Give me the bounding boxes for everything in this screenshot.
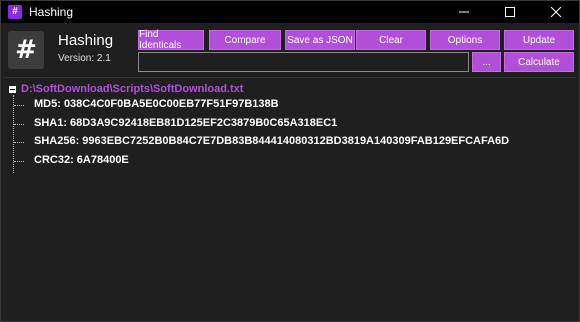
hash-logo-icon: #: [15, 35, 37, 65]
close-button[interactable]: [533, 1, 579, 23]
tree-item-md5[interactable]: MD5: 038C4C0F0BA5E0C00EB77F51F97B138B: [34, 98, 279, 110]
options-button[interactable]: Options: [430, 30, 500, 50]
minimize-button[interactable]: [441, 1, 487, 23]
tree-item-crc32[interactable]: CRC32: 6A78400E: [34, 154, 129, 166]
title-bar[interactable]: # Hashing: [1, 1, 579, 23]
app-logo: #: [8, 31, 44, 69]
app-window: # Hashing # Hashing Version: 2.1 Find Id…: [0, 0, 580, 322]
hash-results-tree[interactable]: D:\SoftDownload\Scripts\SoftDownload.txt…: [4, 77, 576, 319]
update-button[interactable]: Update: [504, 30, 574, 50]
compare-button[interactable]: Compare: [209, 30, 281, 50]
window-title: Hashing: [29, 5, 74, 19]
hash-icon: #: [8, 5, 22, 19]
find-identicals-button[interactable]: Find Identicals: [138, 29, 204, 51]
clear-button[interactable]: Clear: [356, 30, 426, 50]
tree-branch: [14, 142, 24, 143]
app-name: Hashing: [58, 32, 114, 49]
tree-branch: [14, 161, 24, 162]
tree-root-file[interactable]: D:\SoftDownload\Scripts\SoftDownload.txt: [21, 83, 243, 95]
tree-branch: [14, 124, 24, 125]
close-icon: [551, 7, 561, 17]
tree-branch: [14, 105, 24, 106]
calculate-button[interactable]: Calculate: [504, 52, 574, 72]
save-as-json-button[interactable]: Save as JSON: [285, 30, 355, 50]
tree-item-sha256[interactable]: SHA256: 9963EBC7252B0B84C7E7DB83B8444140…: [34, 135, 509, 147]
collapse-icon[interactable]: [9, 86, 16, 93]
tree-item-sha1[interactable]: SHA1: 68D3A9C92418EB81D125EF2C3879B0C65A…: [34, 117, 337, 129]
maximize-button[interactable]: [487, 1, 533, 23]
window-controls: [441, 1, 579, 23]
app-version: Version: 2.1: [58, 53, 111, 64]
maximize-icon: [505, 7, 515, 17]
file-path-input[interactable]: [138, 52, 469, 72]
browse-button[interactable]: ...: [472, 52, 501, 72]
minimize-icon: [459, 11, 469, 13]
